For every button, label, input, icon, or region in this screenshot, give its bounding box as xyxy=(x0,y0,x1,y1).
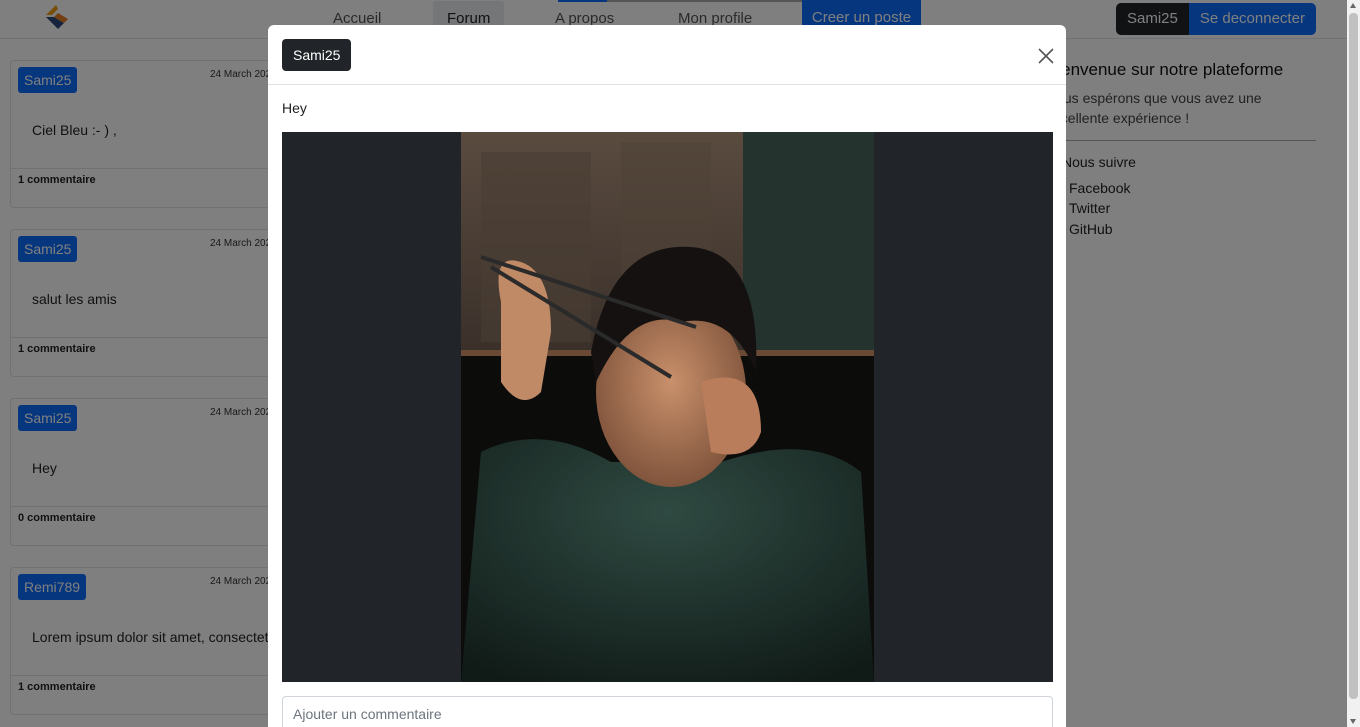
modal-post-text: Hey xyxy=(282,100,307,116)
page-scrollbar[interactable] xyxy=(1347,0,1360,727)
comment-input[interactable] xyxy=(282,696,1053,727)
scroll-thumb[interactable] xyxy=(1349,13,1358,699)
modal-author-badge[interactable]: Sami25 xyxy=(282,39,352,71)
post-image-frame xyxy=(282,132,1053,682)
scroll-up-arrow-icon[interactable] xyxy=(1350,3,1356,8)
modal-header: Sami25 xyxy=(268,25,1066,85)
scroll-down-arrow-icon[interactable] xyxy=(1350,719,1356,724)
post-photo[interactable] xyxy=(461,132,874,682)
post-modal: Sami25 Hey xyxy=(268,25,1066,727)
close-icon[interactable] xyxy=(1037,47,1055,65)
